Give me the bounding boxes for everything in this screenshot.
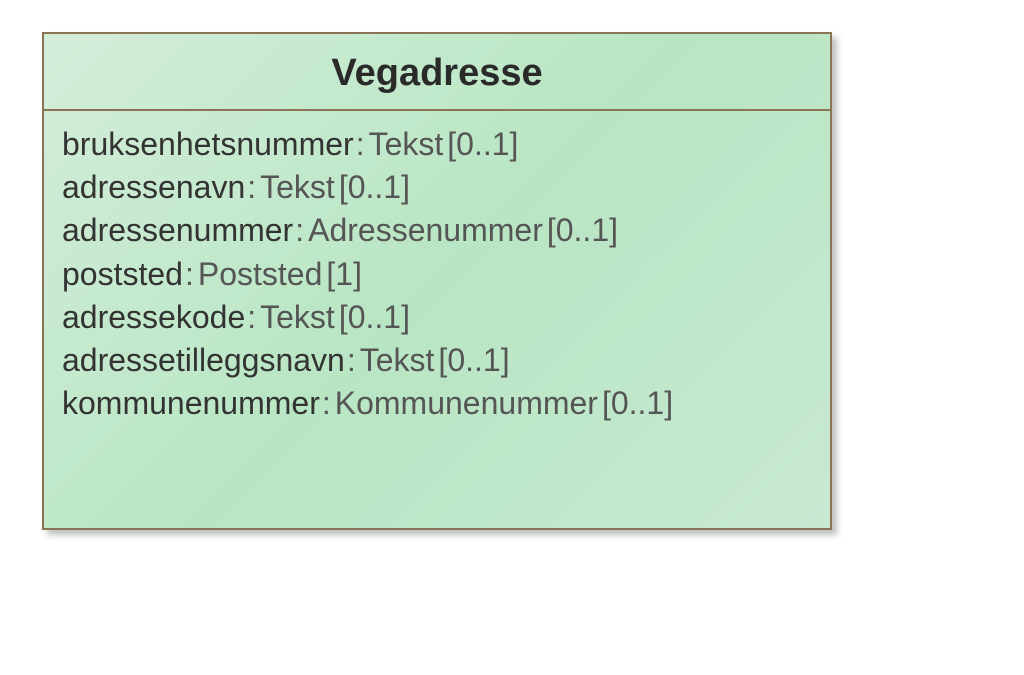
uml-attribute-row: adressetilleggsnavn:Tekst[0..1] [62,339,812,382]
attribute-name: kommunenummer [62,385,320,421]
attribute-multiplicity: [0..1] [443,126,518,162]
attribute-separator: : [320,385,335,421]
attribute-multiplicity: [0..1] [543,212,618,248]
attribute-multiplicity: [0..1] [434,342,509,378]
uml-class-header: Vegadresse [44,34,830,111]
attribute-name: adressenavn [62,169,245,205]
uml-attribute-row: poststed:Poststed[1] [62,253,812,296]
uml-attribute-row: kommunenummer:Kommunenummer[0..1] [62,382,812,425]
attribute-type: Tekst [369,126,444,162]
attribute-separator: : [345,342,360,378]
uml-class-attributes: bruksenhetsnummer:Tekst[0..1] adressenav… [44,111,830,437]
uml-class-name: Vegadresse [56,52,818,95]
attribute-multiplicity: [1] [322,256,362,292]
attribute-name: adressenummer [62,212,293,248]
attribute-separator: : [354,126,369,162]
attribute-multiplicity: [0..1] [335,299,410,335]
attribute-multiplicity: [0..1] [335,169,410,205]
attribute-separator: : [245,299,260,335]
attribute-separator: : [293,212,308,248]
attribute-type: Kommunenummer [335,385,598,421]
attribute-type: Tekst [360,342,435,378]
uml-attribute-row: adressekode:Tekst[0..1] [62,296,812,339]
uml-attribute-row: bruksenhetsnummer:Tekst[0..1] [62,123,812,166]
attribute-name: bruksenhetsnummer [62,126,354,162]
uml-attribute-row: adressenavn:Tekst[0..1] [62,166,812,209]
uml-class-box: Vegadresse bruksenhetsnummer:Tekst[0..1]… [42,32,832,530]
attribute-name: adressetilleggsnavn [62,342,345,378]
attribute-type: Poststed [198,256,323,292]
attribute-multiplicity: [0..1] [598,385,673,421]
uml-attribute-row: adressenummer:Adressenummer[0..1] [62,209,812,252]
attribute-type: Tekst [260,169,335,205]
attribute-name: poststed [62,256,183,292]
attribute-name: adressekode [62,299,245,335]
attribute-type: Tekst [260,299,335,335]
attribute-separator: : [245,169,260,205]
attribute-separator: : [183,256,198,292]
attribute-type: Adressenummer [308,212,543,248]
